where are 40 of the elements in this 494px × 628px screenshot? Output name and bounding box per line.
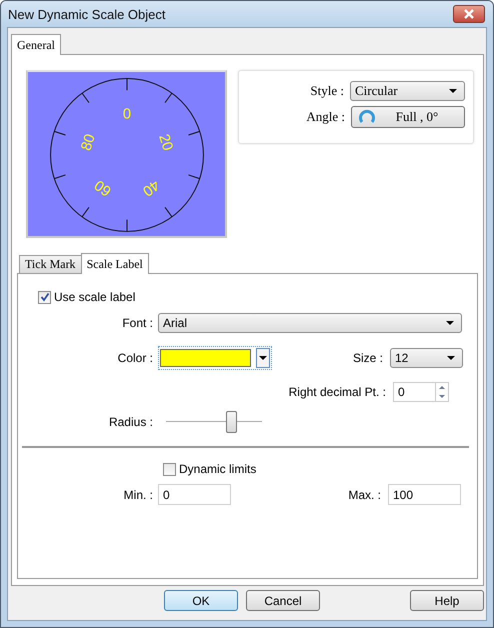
max-field[interactable]: 100 bbox=[388, 484, 461, 505]
dropdown-arrow-icon bbox=[449, 89, 457, 93]
min-label: Min. : bbox=[122, 488, 154, 502]
max-label: Max. : bbox=[347, 488, 382, 502]
size-label: Size : bbox=[352, 351, 384, 365]
angle-button[interactable]: Full , 0° bbox=[351, 106, 465, 128]
color-label: Color : bbox=[116, 351, 154, 365]
cancel-button[interactable]: Cancel bbox=[246, 590, 320, 611]
min-field[interactable]: 0 bbox=[158, 484, 231, 505]
scale-label: 40 bbox=[139, 176, 162, 199]
decimal-spinner[interactable]: 0 bbox=[393, 382, 449, 402]
dynamic-limits-checkbox[interactable]: Dynamic limits bbox=[163, 462, 256, 476]
use-scale-label-checkbox[interactable]: Use scale label bbox=[38, 290, 136, 304]
font-dropdown[interactable]: Arial bbox=[158, 313, 462, 333]
style-label: Style : bbox=[310, 83, 344, 99]
close-button[interactable] bbox=[453, 5, 485, 23]
tick-mark-tab[interactable]: Tick Mark bbox=[19, 255, 82, 273]
circular-arc-icon bbox=[358, 108, 376, 126]
dropdown-arrow-icon bbox=[259, 356, 267, 360]
size-dropdown[interactable]: 12 bbox=[390, 348, 463, 368]
scale-label: 0 bbox=[122, 106, 132, 123]
slider-thumb[interactable] bbox=[226, 411, 238, 433]
style-dropdown[interactable]: Circular bbox=[350, 81, 465, 101]
scale-label-tab[interactable]: Scale Label bbox=[80, 253, 149, 274]
angle-label: Angle : bbox=[306, 109, 345, 125]
dropdown-arrow-icon bbox=[447, 356, 455, 360]
close-icon bbox=[463, 9, 475, 19]
radius-label: Radius : bbox=[108, 415, 154, 429]
window-title: New Dynamic Scale Object bbox=[8, 6, 166, 22]
ok-button[interactable]: OK bbox=[164, 590, 238, 611]
dropdown-arrow-icon bbox=[446, 321, 454, 325]
font-label: Font : bbox=[121, 316, 154, 330]
scale-label: 20 bbox=[155, 132, 176, 153]
general-tab[interactable]: General bbox=[11, 34, 61, 55]
help-button[interactable]: Help bbox=[410, 590, 484, 611]
decimal-label: Right decimal Pt. : bbox=[288, 385, 387, 399]
scale-label: 60 bbox=[92, 176, 115, 199]
radius-slider[interactable] bbox=[166, 411, 262, 433]
scale-label: 80 bbox=[78, 132, 99, 153]
color-picker[interactable] bbox=[158, 346, 272, 370]
